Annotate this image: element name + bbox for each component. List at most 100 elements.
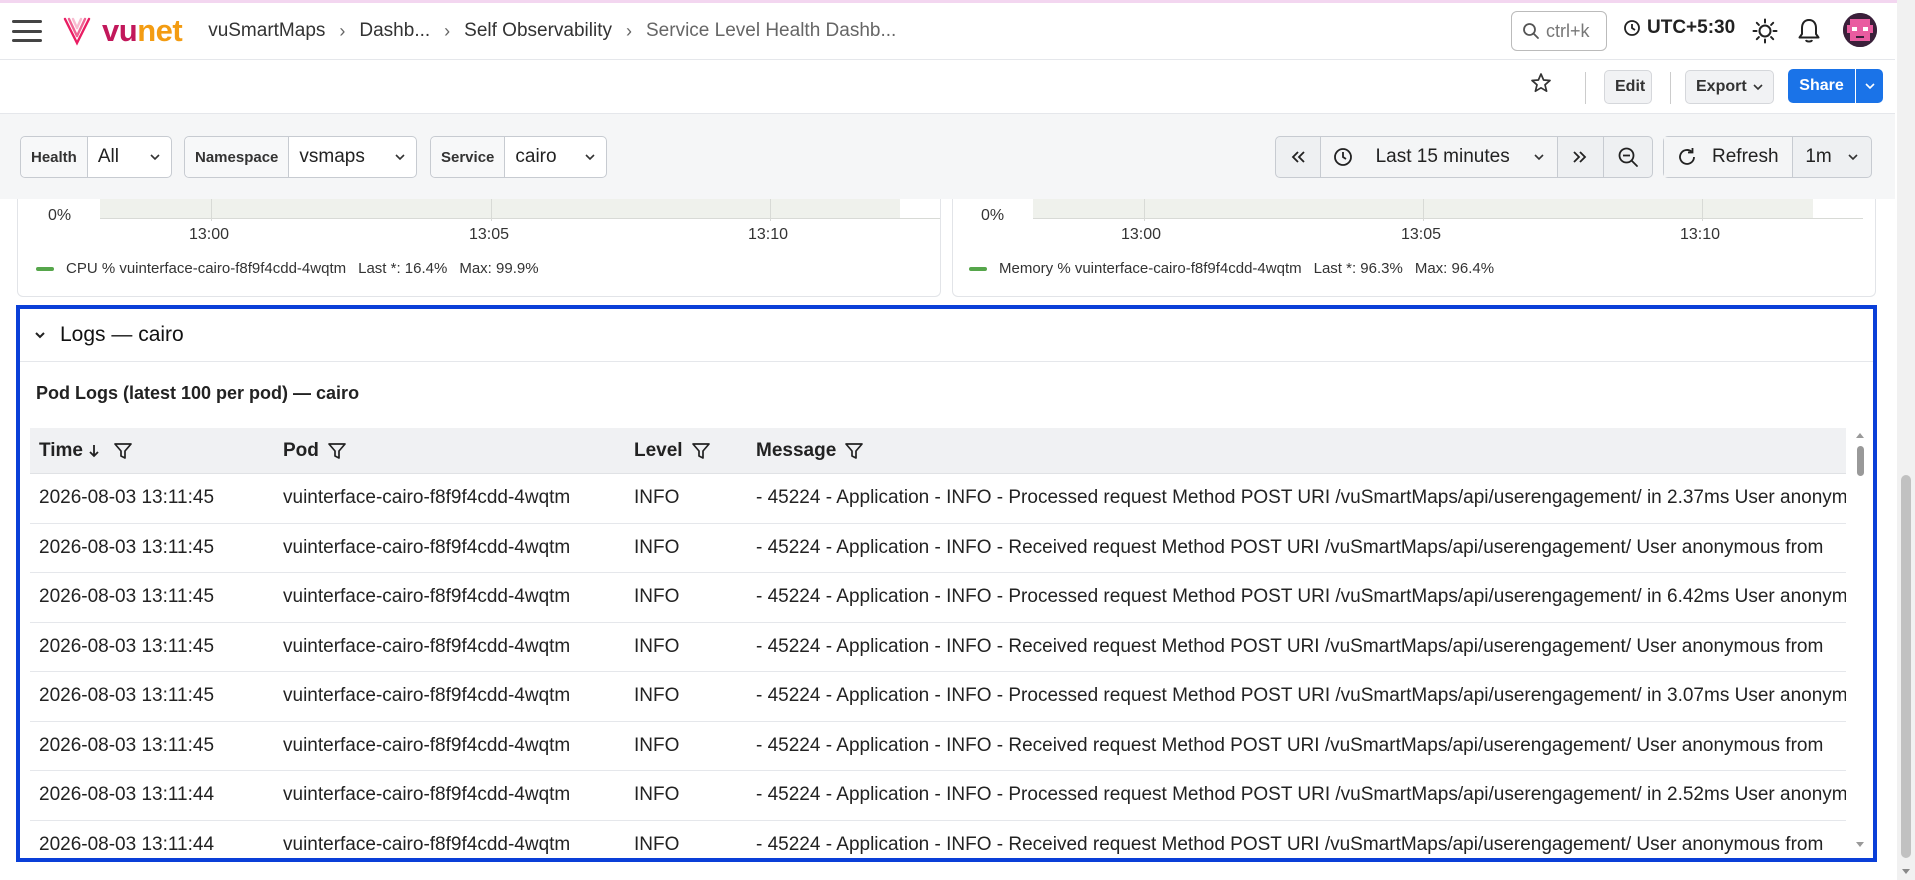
breadcrumb-item-vusmartmaps[interactable]: vuSmartMaps bbox=[208, 20, 325, 42]
cell-pod: vuinterface-cairo-f8f9f4cdd-4wqtm bbox=[283, 784, 571, 805]
breadcrumb-item-self-observability[interactable]: Self Observability bbox=[464, 20, 612, 42]
table-row[interactable]: 2026-08-03 13:11:44 vuinterface-cairo-f8… bbox=[30, 821, 1846, 855]
favorite-star-icon[interactable] bbox=[1530, 72, 1552, 94]
column-header-label: Time bbox=[39, 439, 84, 461]
filter-icon[interactable] bbox=[327, 442, 347, 460]
chevron-right-icon: › bbox=[339, 20, 346, 41]
namespace-filter-value: vsmaps bbox=[299, 146, 365, 167]
filter-icon[interactable] bbox=[691, 442, 711, 460]
refresh-button[interactable]: Refresh bbox=[1664, 137, 1794, 177]
cell-level: INFO bbox=[634, 734, 680, 756]
column-header-pod[interactable]: Pod bbox=[283, 440, 347, 462]
table-row[interactable]: 2026-08-03 13:11:45 vuinterface-cairo-f8… bbox=[30, 672, 1846, 722]
cell-message: - 45224 - Application - INFO - Processed… bbox=[756, 586, 1846, 607]
clock-icon bbox=[1333, 148, 1352, 166]
table-row[interactable]: 2026-08-03 13:11:45 vuinterface-cairo-f8… bbox=[30, 524, 1846, 573]
chart-plot-area bbox=[100, 199, 900, 218]
chart-legend[interactable]: Memory % vuinterface-cairo-f8f9f4cdd-4wq… bbox=[969, 260, 1494, 277]
chevron-right-icon: › bbox=[444, 20, 451, 41]
column-header-label: Message bbox=[756, 439, 837, 461]
scroll-down-arrow-icon[interactable] bbox=[1854, 840, 1866, 850]
scroll-down-arrow-icon[interactable] bbox=[1897, 866, 1915, 878]
logs-table-scrollbar[interactable] bbox=[1854, 428, 1866, 854]
namespace-filter[interactable]: Namespace vsmaps bbox=[184, 136, 417, 178]
breadcrumb-item-dashboards[interactable]: Dashb... bbox=[359, 20, 430, 42]
y-axis-tick-label: 0% bbox=[981, 207, 1005, 224]
health-filter-label: Health bbox=[21, 137, 88, 177]
share-button[interactable]: Share bbox=[1788, 69, 1855, 103]
chart-legend[interactable]: CPU % vuinterface-cairo-f8f9f4cdd-4wqtm … bbox=[36, 260, 539, 277]
table-row[interactable]: 2026-08-03 13:11:44 vuinterface-cairo-f8… bbox=[30, 771, 1846, 821]
x-axis-line bbox=[1033, 218, 1863, 219]
cell-message: - 45224 - Application - INFO - Received … bbox=[756, 536, 1824, 558]
legend-max-value: Max: 99.9% bbox=[459, 260, 539, 277]
column-header-level[interactable]: Level bbox=[634, 440, 711, 462]
filter-icon[interactable] bbox=[113, 442, 133, 460]
zoom-out-button[interactable] bbox=[1604, 137, 1652, 177]
refresh-interval-select[interactable]: 1m bbox=[1793, 137, 1871, 177]
chevrons-left-icon bbox=[1291, 151, 1305, 163]
service-filter[interactable]: Service cairo bbox=[430, 136, 607, 178]
page-scrollbar[interactable] bbox=[1897, 0, 1915, 880]
cell-message: - 45224 - Application - INFO - Received … bbox=[756, 833, 1824, 855]
chevron-down-icon bbox=[585, 154, 595, 161]
cell-pod: vuinterface-cairo-f8f9f4cdd-4wqtm bbox=[283, 536, 571, 558]
cell-pod: vuinterface-cairo-f8f9f4cdd-4wqtm bbox=[283, 586, 571, 607]
time-range-button[interactable]: Last 15 minutes bbox=[1320, 137, 1558, 177]
service-filter-value: cairo bbox=[515, 146, 557, 167]
logs-table: Time Pod Level Message 2026-08-03 13:11:… bbox=[30, 428, 1846, 854]
x-axis-tick-label: 13:05 bbox=[1401, 226, 1442, 243]
page-scrollbar-thumb[interactable] bbox=[1901, 475, 1911, 858]
menu-icon[interactable] bbox=[12, 20, 42, 42]
x-axis-line bbox=[100, 218, 940, 219]
logs-section-header[interactable]: Logs — cairo bbox=[20, 309, 1873, 362]
logs-section-title: Logs — cairo bbox=[60, 323, 184, 346]
time-shift-forward-button[interactable] bbox=[1558, 137, 1605, 177]
cell-time: 2026-08-03 13:11:44 bbox=[39, 784, 215, 805]
timezone-selector[interactable]: UTC+5:30 bbox=[1623, 17, 1735, 39]
scrollbar-thumb[interactable] bbox=[1857, 446, 1864, 476]
legend-color-swatch bbox=[969, 266, 987, 271]
table-row[interactable]: 2026-08-03 13:11:45 vuinterface-cairo-f8… bbox=[30, 573, 1846, 623]
table-row[interactable]: 2026-08-03 13:11:45 vuinterface-cairo-f8… bbox=[30, 623, 1846, 672]
avatar[interactable] bbox=[1843, 13, 1877, 47]
share-dropdown-button[interactable] bbox=[1856, 69, 1883, 103]
cell-pod: vuinterface-cairo-f8f9f4cdd-4wqtm bbox=[283, 487, 571, 508]
chevron-down-icon bbox=[150, 154, 160, 161]
cell-time: 2026-08-03 13:11:45 bbox=[39, 734, 215, 756]
search-input[interactable]: ctrl+k bbox=[1511, 11, 1607, 51]
chevron-down-icon[interactable] bbox=[34, 330, 46, 340]
x-axis-tick-label: 13:10 bbox=[1680, 226, 1721, 243]
column-header-message[interactable]: Message bbox=[756, 440, 864, 462]
cell-level: INFO bbox=[634, 487, 680, 508]
variables-filter-bar: Health All Namespace vsmaps Service cair… bbox=[0, 114, 1895, 199]
legend-color-swatch bbox=[36, 266, 54, 271]
cell-time: 2026-08-03 13:11:45 bbox=[39, 487, 215, 508]
health-filter-value: All bbox=[97, 146, 119, 167]
scroll-up-arrow-icon[interactable] bbox=[1854, 430, 1866, 440]
chevron-down-icon bbox=[1533, 154, 1544, 161]
filter-icon[interactable] bbox=[844, 442, 864, 460]
cell-time: 2026-08-03 13:11:45 bbox=[39, 586, 215, 607]
divider bbox=[1670, 72, 1671, 104]
time-shift-back-button[interactable] bbox=[1276, 137, 1321, 177]
edit-button[interactable]: Edit bbox=[1604, 70, 1652, 104]
namespace-filter-label: Namespace bbox=[185, 137, 290, 177]
sort-desc-arrow-icon[interactable] bbox=[87, 443, 101, 459]
cell-level: INFO bbox=[634, 536, 680, 558]
chevron-down-icon bbox=[1753, 84, 1763, 91]
table-row[interactable]: 2026-08-03 13:11:45 vuinterface-cairo-f8… bbox=[30, 722, 1846, 771]
clock-icon bbox=[1624, 20, 1640, 36]
timezone-label: UTC+5:30 bbox=[1647, 17, 1736, 38]
health-filter[interactable]: Health All bbox=[20, 136, 172, 178]
column-header-time[interactable]: Time bbox=[39, 440, 133, 462]
export-button[interactable]: Export bbox=[1685, 70, 1774, 104]
cell-message: - 45224 - Application - INFO - Received … bbox=[756, 635, 1824, 657]
search-placeholder: ctrl+k bbox=[1546, 20, 1590, 41]
table-row[interactable]: 2026-08-03 13:11:45 vuinterface-cairo-f8… bbox=[30, 474, 1846, 524]
vunet-logo-text[interactable]: vunet bbox=[102, 13, 183, 49]
notifications-bell-icon[interactable] bbox=[1797, 18, 1821, 44]
theme-toggle-sun-icon[interactable] bbox=[1752, 18, 1778, 44]
cell-pod: vuinterface-cairo-f8f9f4cdd-4wqtm bbox=[283, 685, 571, 706]
breadcrumb: vuSmartMaps › Dashb... › Self Observabil… bbox=[208, 20, 896, 42]
